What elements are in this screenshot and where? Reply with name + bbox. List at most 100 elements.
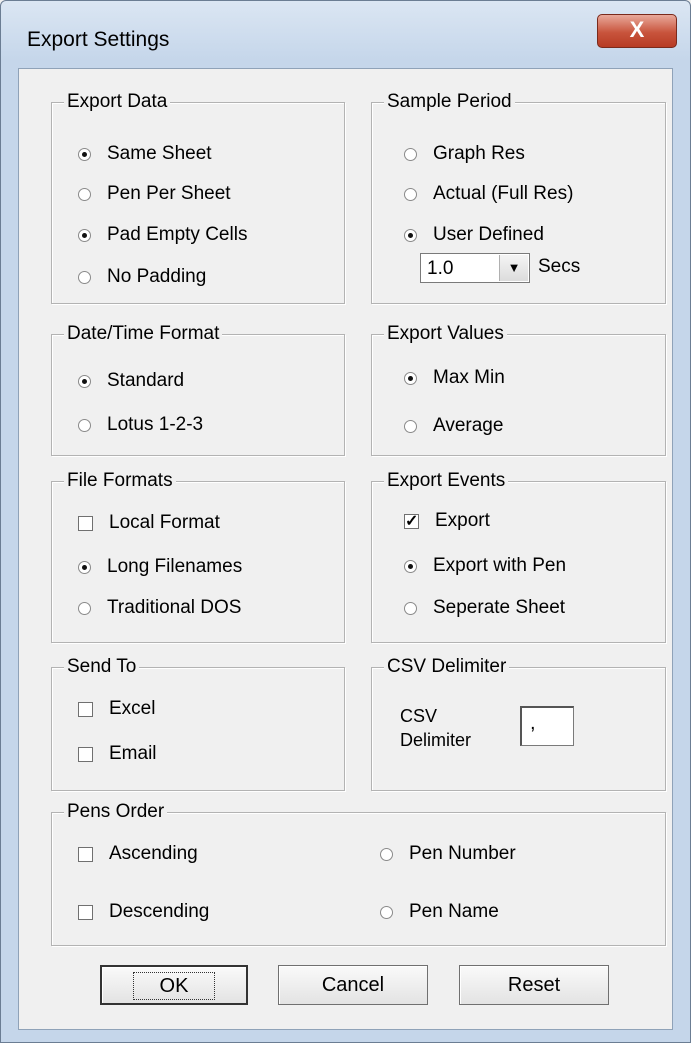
radio-indicator (380, 905, 393, 919)
checkmark-icon: ✓ (404, 512, 419, 530)
title-bar[interactable]: Export Settings X (1, 1, 690, 69)
group-legend: CSV Delimiter (384, 655, 510, 679)
option-label: Same Sheet (107, 143, 212, 164)
send-to-group: Send To Excel Email (51, 655, 345, 791)
export-events-group: Export Events ✓ Export Export with Pen Se… (371, 469, 666, 643)
export-checkbox[interactable]: ✓ Export (404, 510, 490, 532)
checkbox-indicator (78, 746, 93, 762)
secs-label: Secs (538, 256, 581, 277)
option-label: Standard (107, 370, 185, 391)
chevron-down-icon[interactable]: ▼ (499, 255, 528, 281)
radio-indicator (78, 374, 91, 388)
option-label: Seperate Sheet (433, 597, 566, 618)
export-with-pen-radio[interactable]: Export with Pen (404, 555, 566, 577)
option-label: Lotus 1-2-3 (107, 414, 204, 435)
option-label: Actual (Full Res) (433, 183, 574, 204)
group-legend: Pens Order (64, 800, 168, 824)
group-legend: Send To (64, 655, 140, 679)
radio-indicator (78, 147, 91, 161)
average-radio[interactable]: Average (404, 415, 503, 437)
date-time-format-group: Date/Time Format Standard Lotus 1-2-3 (51, 322, 345, 456)
radio-indicator (404, 147, 417, 161)
option-label: Descending (109, 901, 210, 922)
radio-indicator (404, 187, 417, 201)
option-label: User Defined (433, 224, 544, 245)
local-format-checkbox[interactable]: Local Format (78, 512, 220, 534)
csv-delimiter-group: CSV Delimiter CSV Delimiter , (371, 655, 666, 791)
pad-empty-cells-radio[interactable]: Pad Empty Cells (78, 224, 247, 246)
user-defined-radio[interactable]: User Defined (404, 224, 544, 246)
radio-indicator (78, 601, 91, 615)
csv-delimiter-input[interactable]: , (520, 706, 574, 746)
traditional-dos-radio[interactable]: Traditional DOS (78, 597, 241, 619)
option-label: Pen Per Sheet (107, 183, 231, 204)
radio-indicator (404, 601, 417, 615)
radio-indicator (78, 270, 91, 284)
group-legend: File Formats (64, 469, 176, 493)
radio-indicator (78, 418, 91, 432)
checkbox-indicator (78, 515, 93, 531)
ascending-checkbox[interactable]: Ascending (78, 843, 198, 865)
option-label: Ascending (109, 843, 198, 864)
checkbox-indicator (78, 701, 93, 717)
pen-per-sheet-radio[interactable]: Pen Per Sheet (78, 183, 231, 205)
dialog-body: Export Data Same Sheet Pen Per Sheet Pad… (18, 68, 673, 1030)
group-legend: Export Events (384, 469, 509, 493)
radio-indicator (78, 228, 91, 242)
file-formats-group: File Formats Local Format Long Filenames… (51, 469, 345, 643)
option-label: Pen Number (409, 843, 516, 864)
no-padding-radio[interactable]: No Padding (78, 266, 206, 288)
option-label: Average (433, 415, 504, 436)
close-icon: X (629, 17, 645, 42)
group-legend: Export Data (64, 90, 171, 114)
window-title: Export Settings (27, 28, 170, 51)
option-label: No Padding (107, 266, 207, 287)
radio-indicator (404, 228, 417, 242)
cancel-button[interactable]: Cancel (278, 965, 428, 1005)
radio-indicator (404, 371, 417, 385)
option-label: Excel (109, 698, 156, 719)
option-label: Graph Res (433, 143, 525, 164)
option-label: Long Filenames (107, 556, 243, 577)
graph-res-radio[interactable]: Graph Res (404, 143, 525, 165)
option-label: Pad Empty Cells (107, 224, 248, 245)
standard-radio[interactable]: Standard (78, 370, 184, 392)
descending-checkbox[interactable]: Descending (78, 901, 209, 923)
radio-indicator (404, 419, 417, 433)
export-data-group: Export Data Same Sheet Pen Per Sheet Pad… (51, 90, 345, 304)
radio-indicator (78, 560, 91, 574)
option-label: Export with Pen (433, 555, 567, 576)
max-min-radio[interactable]: Max Min (404, 367, 505, 389)
checkbox-indicator (78, 846, 93, 862)
group-legend: Export Values (384, 322, 507, 346)
group-legend: Date/Time Format (64, 322, 223, 346)
option-label: Traditional DOS (107, 597, 242, 618)
group-legend: Sample Period (384, 90, 515, 114)
option-label: Pen Name (409, 901, 499, 922)
ok-button[interactable]: OK (100, 965, 248, 1005)
reset-button[interactable]: Reset (459, 965, 609, 1005)
radio-indicator (78, 187, 91, 201)
option-label: Export (435, 510, 490, 531)
dropdown-value: 1.0 (427, 258, 454, 279)
long-filenames-radio[interactable]: Long Filenames (78, 556, 242, 578)
csv-delimiter-label-line1: CSV (400, 706, 438, 726)
sample-period-group: Sample Period Graph Res Actual (Full Res… (371, 90, 666, 304)
export-settings-window: Export Settings X Export Data Same Sheet… (0, 0, 691, 1043)
sample-period-dropdown[interactable]: 1.0 ▼ (420, 253, 530, 283)
same-sheet-radio[interactable]: Same Sheet (78, 143, 212, 165)
csv-delimiter-label-line2: Delimiter (400, 730, 472, 750)
ok-label: OK (132, 972, 216, 1000)
checkbox-indicator (78, 904, 93, 920)
radio-indicator (404, 559, 417, 573)
radio-indicator (380, 847, 393, 861)
option-label: Max Min (433, 367, 505, 388)
email-checkbox[interactable]: Email (78, 743, 157, 765)
pen-name-radio[interactable]: Pen Name (380, 901, 499, 923)
actual-full-res-radio[interactable]: Actual (Full Res) (404, 183, 573, 205)
lotus-radio[interactable]: Lotus 1-2-3 (78, 414, 203, 436)
close-button[interactable]: X (597, 14, 677, 48)
pen-number-radio[interactable]: Pen Number (380, 843, 516, 865)
seperate-sheet-radio[interactable]: Seperate Sheet (404, 597, 565, 619)
excel-checkbox[interactable]: Excel (78, 698, 155, 720)
